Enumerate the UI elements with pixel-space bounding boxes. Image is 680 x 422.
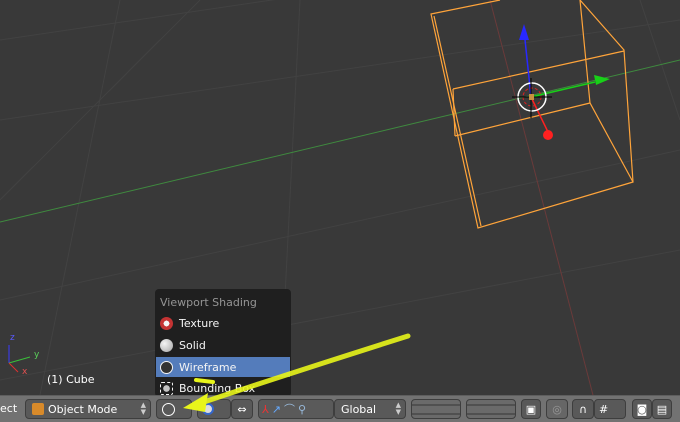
x-axis-line: [489, 0, 601, 422]
viewport-shading-button[interactable]: [156, 399, 192, 419]
pivot-point-button[interactable]: [197, 399, 231, 419]
menu-item-label: Wireframe: [179, 360, 237, 374]
proportional-edit-button[interactable]: ◎: [546, 399, 568, 419]
pivot-icon: [202, 403, 214, 415]
proportional-icon: ◎: [552, 402, 562, 416]
snap-grid-icon: #: [599, 402, 609, 416]
wireframe-icon: [160, 360, 173, 374]
render-image-button[interactable]: ◙: [632, 399, 652, 419]
menu-title: Viewport Shading: [160, 296, 257, 309]
3d-viewport[interactable]: [0, 0, 680, 422]
cube-icon: [32, 403, 44, 415]
bounding-box-icon: [160, 381, 173, 395]
y-axis-label: y: [34, 350, 40, 360]
scale-handle-icon: ⚲: [297, 402, 307, 416]
camera-icon: ◙: [636, 402, 648, 416]
texture-icon: [160, 316, 173, 330]
magnet-icon: ∩: [578, 402, 588, 416]
menu-item-wireframe[interactable]: Wireframe: [156, 357, 290, 377]
object-menu[interactable]: ect: [0, 402, 17, 415]
cube-wireframe: [430, 0, 634, 229]
render-animation-button[interactable]: ▤: [652, 399, 672, 419]
menu-item-label: Texture: [179, 316, 220, 330]
scale-icon: ⌒: [283, 403, 295, 416]
transform-manipulators[interactable]: ⅄ ↗ ⌒ ⚲: [258, 399, 334, 419]
orientation-selector[interactable]: Global ▲ ▼: [334, 399, 406, 419]
menu-item-texture[interactable]: Texture: [156, 313, 290, 333]
manipulator-toggle[interactable]: ⇔: [231, 399, 253, 419]
rotate-icon: ↗: [271, 402, 281, 416]
updown-icon: ▲ ▼: [395, 401, 401, 416]
mode-label: Object Mode: [48, 402, 118, 416]
z-axis-label: z: [10, 333, 15, 343]
menu-item-label: Bounding Box: [179, 381, 256, 395]
transform-manipulator: [512, 24, 610, 140]
manipulator-icon: ⇔: [237, 402, 247, 416]
menu-item-solid[interactable]: Solid: [156, 335, 290, 355]
viewport-header: ect Object Mode ▲ ▼ ⇔ ⅄ ↗ ⌒ ⚲ Global ▲ ▼ ▣…: [0, 395, 680, 422]
menu-item-label: Solid: [179, 338, 206, 352]
wireframe-icon: [162, 402, 175, 416]
layers-group-2[interactable]: [466, 399, 516, 419]
snap-element-selector[interactable]: #: [594, 399, 626, 419]
solid-icon: [160, 338, 173, 352]
updown-icon: ▲ ▼: [140, 401, 146, 416]
clapper-icon: ▤: [656, 402, 668, 416]
lock-layers-button[interactable]: ▣: [521, 399, 541, 419]
translate-icon: ⅄: [262, 402, 269, 416]
snap-toggle[interactable]: ∩: [572, 399, 594, 419]
lock-icon: ▣: [525, 402, 537, 416]
active-object-label: (1) Cube: [47, 373, 95, 386]
viewport-shading-menu: Viewport Shading Texture Solid Wireframe…: [155, 289, 291, 397]
orientation-label: Global: [341, 402, 377, 416]
mode-selector[interactable]: Object Mode ▲ ▼: [25, 399, 151, 419]
layers-group-1[interactable]: [411, 399, 461, 419]
x-axis-label: x: [22, 367, 28, 377]
